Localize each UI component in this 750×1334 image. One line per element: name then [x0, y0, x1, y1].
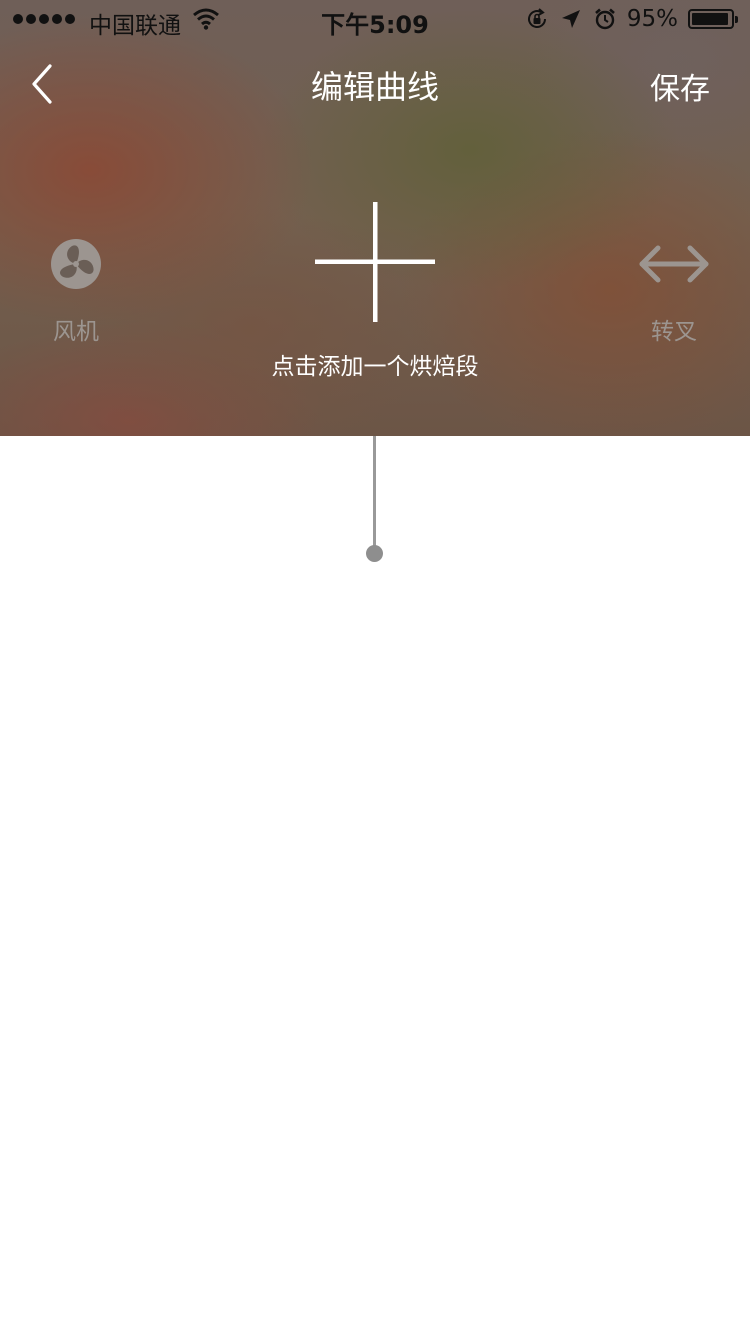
rotation-lock-icon: [527, 8, 546, 28]
timeline-start-dot: [366, 545, 383, 562]
fan-icon: [51, 239, 101, 289]
hero-panel: 中国联通 下午5:09 95% 编辑曲线 保存 风机 转叉 点击添加一个烘焙段: [0, 0, 750, 436]
fan-label: 风机: [53, 319, 99, 345]
battery-fill: [692, 13, 729, 25]
status-right-group: 95%: [525, 6, 738, 32]
battery-percent: 95%: [626, 6, 678, 32]
timeline-line: [373, 436, 376, 550]
add-segment-hint: 点击添加一个烘焙段: [271, 354, 479, 380]
location-arrow-icon: [561, 10, 580, 28]
battery-icon: [688, 9, 738, 29]
fork-control[interactable]: 转叉: [614, 236, 734, 346]
save-button[interactable]: 保存: [650, 64, 710, 108]
fan-control[interactable]: 风机: [16, 236, 136, 346]
status-bar: 中国联通 下午5:09 95%: [0, 0, 750, 40]
page-title: 编辑曲线: [310, 68, 439, 106]
alarm-icon: [595, 8, 615, 30]
plus-icon[interactable]: [310, 198, 440, 328]
edit-curve-screen: 中国联通 下午5:09 95% 编辑曲线 保存 风机 转叉 点击添加一个烘焙段: [0, 0, 750, 1334]
double-arrow-icon: [639, 245, 709, 283]
fork-label: 转叉: [651, 319, 697, 345]
